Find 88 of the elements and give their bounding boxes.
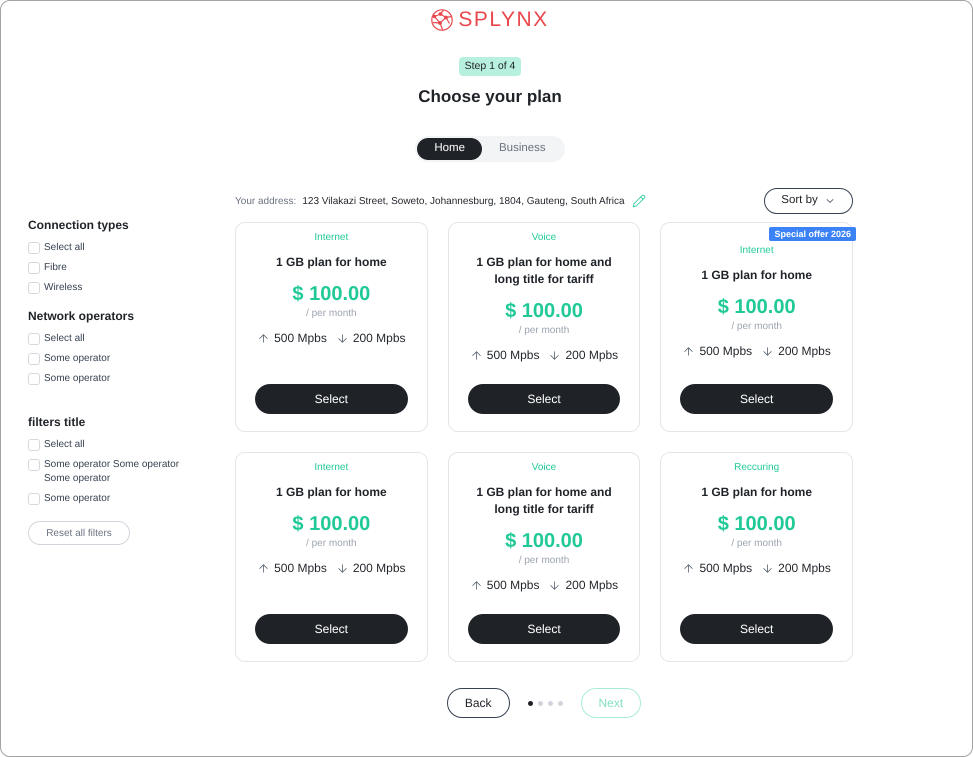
plan-title: 1 GB plan for home (276, 484, 387, 501)
select-button[interactable]: Select (680, 384, 833, 414)
plan-category: Internet (314, 461, 348, 475)
upload-speed: 500 Mpbs (486, 347, 540, 363)
plan-price: $ 100.00 (505, 299, 583, 323)
arrow-down-icon (548, 348, 562, 362)
filter-option-label: Fibre (44, 261, 68, 275)
upload-speed: 500 Mpbs (274, 330, 327, 346)
price-period: / per month (306, 307, 357, 321)
edit-pencil-icon[interactable] (632, 194, 646, 208)
plan-price: $ 100.00 (292, 512, 370, 536)
filter-option-label: Select all (44, 332, 86, 346)
arrow-up-icon (682, 562, 696, 574)
plan-title: 1 GB plan for home (276, 254, 387, 271)
filter-option-label: Some operator (44, 492, 112, 506)
filter-option-label: Wireless (44, 281, 84, 295)
plan-title: 1 GB plan for home (701, 484, 812, 501)
plan-price: $ 100.00 (718, 512, 796, 536)
download-speed: 200 Mpbs (778, 560, 831, 576)
plan-type-tab[interactable]: Home (417, 138, 482, 160)
upload-speed: 500 Mpbs (699, 560, 752, 576)
checkbox[interactable] (28, 353, 40, 365)
checkbox[interactable] (28, 439, 40, 451)
arrow-up-icon (470, 578, 483, 592)
plan-category: Internet (314, 231, 348, 245)
checkbox[interactable] (28, 333, 40, 345)
checkbox[interactable] (28, 242, 40, 254)
arrow-down-icon (336, 332, 349, 344)
download-speed: 200 Mpbs (565, 347, 618, 363)
plan-type-tab[interactable]: Business (482, 138, 563, 160)
reset-filters-button[interactable]: Reset all filters (28, 521, 130, 545)
select-button[interactable]: Select (680, 614, 833, 644)
plan-category: Reccuring (734, 461, 780, 475)
select-button[interactable]: Select (468, 614, 620, 644)
arrow-up-icon (257, 332, 270, 344)
price-period: / per month (518, 554, 570, 568)
filter-group-title: Connection types (28, 217, 130, 233)
arrow-down-icon (761, 562, 774, 574)
plan-category: Voice (532, 461, 556, 475)
price-period: / per month (731, 537, 782, 551)
filter-option-label: Some operator (44, 372, 112, 386)
filter-option-label: Some operator Some operator Some operator (44, 458, 180, 486)
step-badge: Step 1 of 4 (458, 57, 522, 76)
checkbox[interactable] (28, 459, 40, 471)
plan-category: Internet (740, 244, 774, 258)
download-speed: 200 Mpbs (352, 330, 406, 346)
address-value: 123 Vilakazi Street, Soweto, Johannesburg, 1804, Gauteng, South Africa (302, 194, 625, 208)
plan-price: $ 100.00 (292, 282, 370, 306)
filter-option-label: Some operator (44, 352, 112, 366)
filter-group-title: filters title (28, 414, 86, 430)
price-period: / per month (518, 324, 570, 338)
offer-badge: Special offer 2026 (769, 227, 856, 241)
select-button[interactable]: Select (468, 384, 620, 414)
price-period: / per month (306, 537, 357, 551)
arrow-up-icon (470, 348, 483, 362)
arrow-down-icon (336, 562, 349, 574)
checkbox[interactable] (28, 262, 40, 274)
download-speed: 200 Mpbs (778, 343, 831, 359)
plan-title: 1 GB plan for home and long title for tariff (475, 254, 613, 288)
upload-speed: 500 Mpbs (486, 577, 540, 593)
plan-title: 1 GB plan for home and long title for tariff (475, 484, 613, 518)
checkbox[interactable] (28, 373, 40, 385)
plan-title: 1 GB plan for home (701, 267, 812, 284)
plan-price: $ 100.00 (505, 529, 583, 553)
logo-text: SPLYNX (458, 9, 549, 31)
back-button[interactable]: Back (446, 688, 510, 718)
plan-price: $ 100.00 (718, 295, 796, 319)
arrow-down-icon (548, 578, 562, 592)
download-speed: 200 Mpbs (565, 577, 618, 593)
filter-option-label: Select all (44, 241, 86, 255)
filter-group-title: Network operators (28, 308, 136, 324)
page-title: Choose your plan (418, 87, 562, 107)
network-globe-icon (431, 9, 454, 31)
select-button[interactable]: Select (255, 614, 408, 644)
checkbox[interactable] (28, 493, 40, 505)
filter-option-label: Select all (44, 438, 86, 452)
upload-speed: 500 Mpbs (274, 560, 327, 576)
arrow-up-icon (682, 344, 696, 358)
plan-category: Voice (532, 231, 556, 245)
download-speed: 200 Mpbs (352, 560, 406, 576)
arrow-down-icon (761, 344, 774, 358)
address-label: Your address: (235, 194, 296, 208)
sort-button[interactable]: Sort by (764, 188, 853, 214)
price-period: / per month (731, 320, 782, 334)
checkbox[interactable] (28, 282, 40, 294)
arrow-up-icon (257, 562, 270, 574)
upload-speed: 500 Mpbs (699, 343, 752, 359)
select-button[interactable]: Select (255, 384, 408, 414)
